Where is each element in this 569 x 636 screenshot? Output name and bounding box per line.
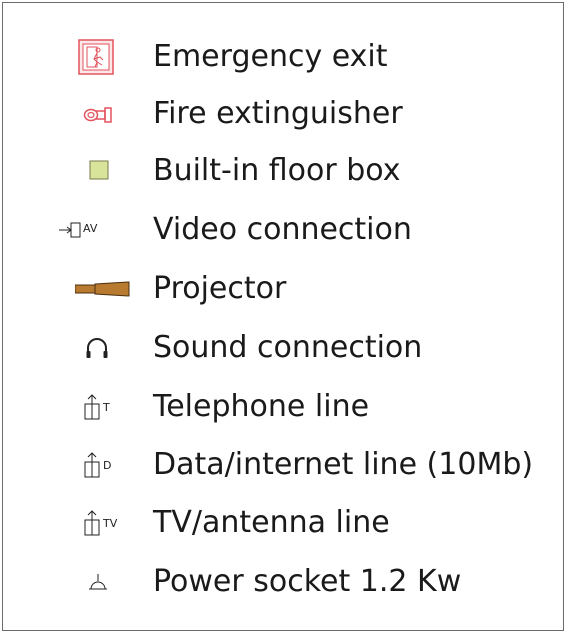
legend-item-power-socket: Power socket 1.2 Kw: [3, 558, 563, 606]
legend-item-projector: Projector: [3, 265, 563, 313]
power-socket-icon: [88, 572, 108, 597]
legend-label: Built-in floor box: [153, 153, 401, 188]
legend-label: Sound connection: [153, 330, 423, 365]
legend-label: Data/internet line (10Mb): [153, 447, 534, 482]
video-connection-icon: [59, 221, 81, 244]
floor-box-icon: [89, 160, 109, 185]
legend-panel: Emergency exit Fire extinguisher Built-i…: [2, 2, 564, 631]
data-line-sublabel: D: [103, 459, 112, 472]
data-line-icon: [83, 451, 101, 484]
legend-item-emergency-exit: Emergency exit: [3, 33, 563, 81]
legend-item-video-connection: AV Video connection: [3, 206, 563, 254]
legend-label: Power socket 1.2 Kw: [153, 564, 462, 599]
legend-label: Projector: [153, 271, 287, 306]
telephone-line-icon: [83, 393, 101, 426]
legend-label: Video connection: [153, 212, 412, 247]
projector-icon: [74, 281, 131, 302]
fire-extinguisher-icon: [83, 106, 113, 129]
telephone-line-sublabel: T: [103, 401, 110, 414]
legend-item-sound-connection: Sound connection: [3, 324, 563, 372]
legend-label: Fire extinguisher: [153, 96, 403, 131]
video-connection-sublabel: AV: [83, 222, 98, 235]
legend-item-data-line: D Data/internet line (10Mb): [3, 441, 563, 489]
legend-item-fire-extinguisher: Fire extinguisher: [3, 90, 563, 138]
legend-item-antenna-line: TV TV/antenna line: [3, 499, 563, 547]
legend-item-telephone-line: T Telephone line: [3, 383, 563, 431]
headphones-icon: [85, 337, 109, 364]
legend-label: TV/antenna line: [153, 505, 390, 540]
legend-item-floor-box: Built-in floor box: [3, 147, 563, 195]
legend-label: Emergency exit: [153, 39, 388, 74]
legend-label: Telephone line: [153, 389, 370, 424]
antenna-line-sublabel: TV: [103, 517, 118, 530]
antenna-line-icon: [83, 509, 101, 542]
emergency-exit-icon: [78, 39, 114, 80]
